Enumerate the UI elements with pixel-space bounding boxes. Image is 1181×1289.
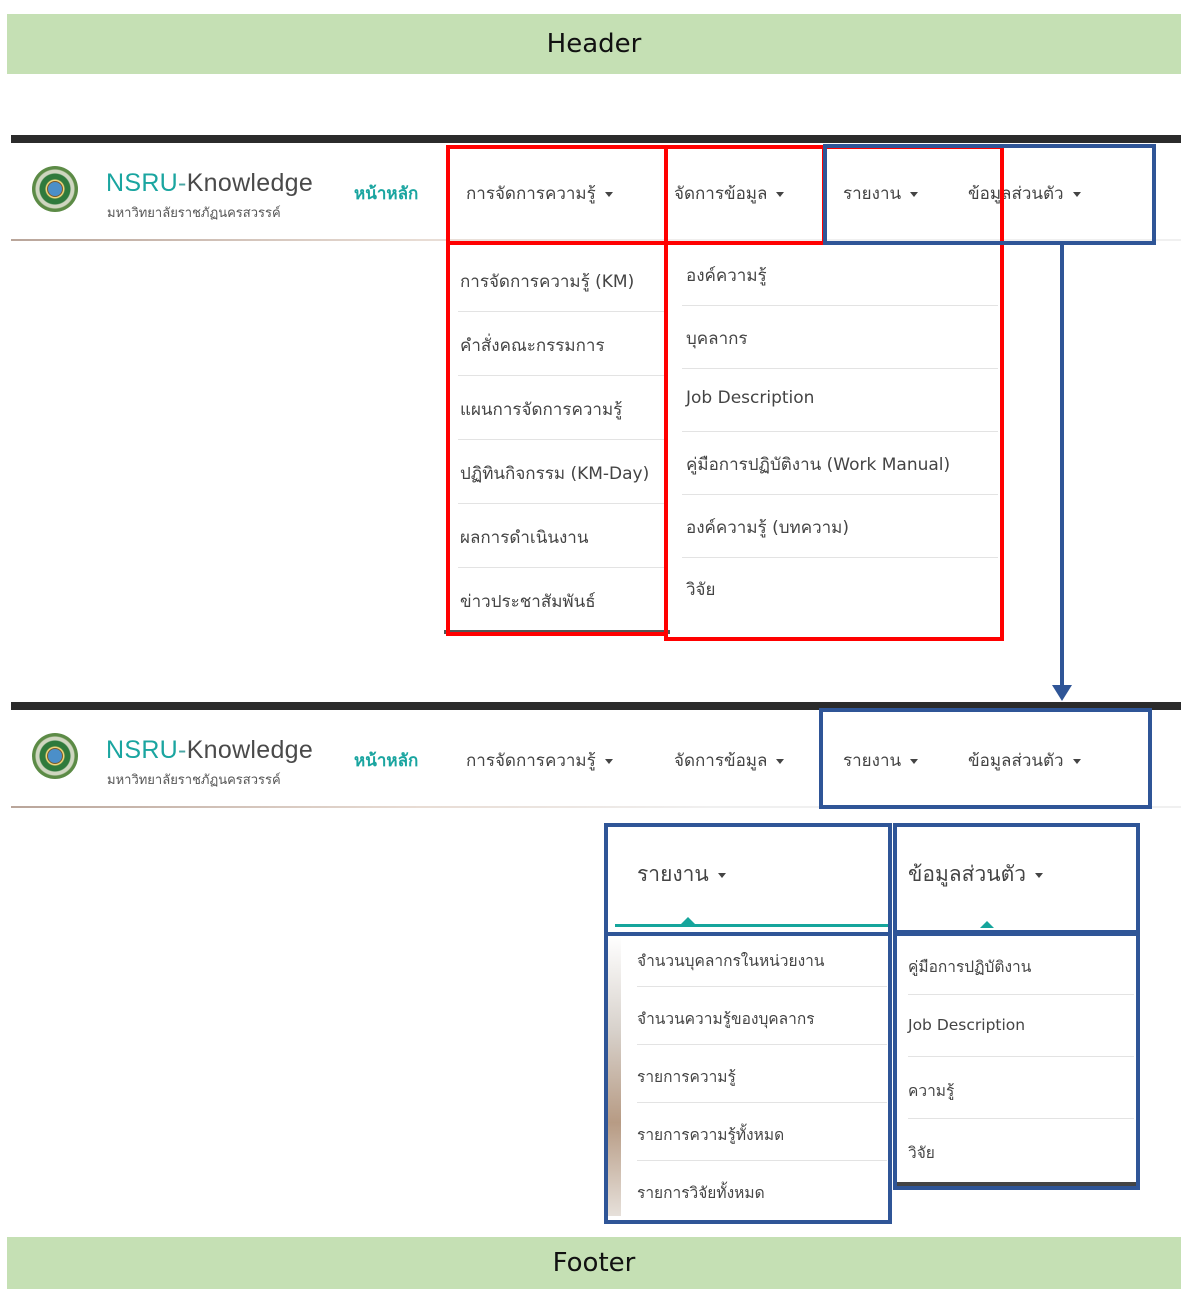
annotation-red-km	[446, 145, 668, 245]
university-logo[interactable]	[32, 733, 78, 779]
nav-home-link[interactable]: หน้าหลัก	[354, 180, 418, 207]
navbar-top-border	[11, 135, 1181, 143]
nav-km-dropdown[interactable]: การจัดการความรู้	[466, 747, 613, 774]
brand-tagline: มหาวิทยาลัยราชภัฏนครสวรรค์	[107, 206, 281, 221]
annotation-blue-top	[823, 144, 1156, 245]
header-band: Header	[7, 14, 1181, 74]
annotation-blue-bottom	[819, 708, 1152, 809]
brand-title[interactable]: NSRU-Knowledge	[106, 736, 313, 765]
footer-band: Footer	[7, 1237, 1181, 1289]
annotation-blue-report-header	[604, 823, 892, 936]
header-label: Header	[546, 29, 642, 59]
annotation-blue-profile-menu	[893, 930, 1140, 1190]
brand-title[interactable]: NSRU-Knowledge	[106, 169, 313, 198]
annotation-blue-profile-header	[893, 823, 1140, 936]
nav-data-dropdown[interactable]: จัดการข้อมูล	[674, 747, 785, 774]
footer-label: Footer	[552, 1248, 636, 1278]
annotation-red-km-menu	[446, 241, 668, 636]
annotation-red-data	[664, 145, 826, 245]
brand-tagline: มหาวิทยาลัยราชภัฏนครสวรรค์	[107, 773, 281, 788]
connector-line	[1060, 245, 1064, 685]
chevron-down-icon	[604, 758, 613, 764]
chevron-down-icon	[776, 758, 785, 764]
annotation-blue-report-menu	[604, 932, 892, 1224]
annotation-red-data-menu	[664, 241, 1004, 641]
nav-home-link[interactable]: หน้าหลัก	[354, 747, 418, 774]
university-logo[interactable]	[32, 166, 78, 212]
arrow-down-icon	[1052, 685, 1072, 701]
